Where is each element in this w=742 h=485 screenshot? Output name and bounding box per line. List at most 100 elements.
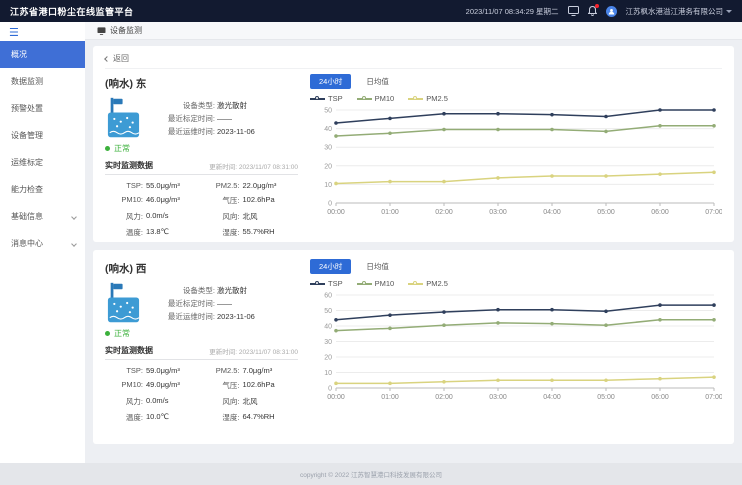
station-name: (响水) 西 [105, 261, 298, 276]
realtime-header: 实时监测数据 更新时间: 2023/11/07 08:31:00 [105, 160, 298, 175]
legend-item-PM2.5[interactable]: PM2.5 [408, 94, 448, 103]
svg-text:03:00: 03:00 [489, 394, 507, 401]
sidebar-item-0[interactable]: 概况 [0, 41, 85, 68]
breadcrumb[interactable]: 设备监测 [85, 22, 742, 40]
svg-text:01:00: 01:00 [381, 209, 399, 216]
station-section: (响水) 西 设备类型:激光散射最近标定时间:— [105, 254, 722, 423]
legend-item-PM10[interactable]: PM10 [357, 279, 395, 288]
back-button[interactable]: 返回 [105, 50, 722, 69]
back-label: 返回 [113, 53, 129, 64]
svg-text:07:00: 07:00 [705, 394, 722, 401]
monitor-icon[interactable] [568, 6, 579, 16]
sample-time: 更新时间: 2023/11/07 08:31:00 [209, 346, 298, 356]
app-body: ☰ 概况数据监测预警处置设备管理运维标定能力检查基础信息消息中心 设备监测 返回… [0, 22, 742, 463]
realtime-header: 实时监测数据 更新时间: 2023/11/07 08:31:00 [105, 345, 298, 360]
realtime-title: 实时监测数据 [105, 160, 153, 171]
app-window: 江苏省港口粉尘在线监管平台 2023/11/07 08:34:29 星期二 江苏… [0, 0, 742, 485]
bell-icon[interactable] [588, 6, 597, 16]
chevron-down-icon [71, 214, 77, 220]
hamburger-menu-icon[interactable]: ☰ [0, 22, 85, 41]
sidebar-item-3[interactable]: 设备管理 [0, 122, 85, 149]
status-badge: 正常 [105, 328, 298, 339]
svg-text:01:00: 01:00 [381, 394, 399, 401]
company-name: 江苏枫水港溢江港务有限公司 [626, 6, 724, 17]
metric: PM2.5:7.0μg/m³ [202, 366, 299, 375]
status-label: 正常 [114, 328, 130, 339]
device-info-row: 最近运维时间:2023-11-06 [151, 310, 255, 323]
metric: TSP:59.0μg/m³ [105, 366, 202, 375]
svg-text:0: 0 [328, 201, 332, 208]
legend-label: PM2.5 [426, 279, 448, 288]
legend-marker-icon [357, 95, 372, 102]
sidebar-item-2[interactable]: 预警处置 [0, 95, 85, 122]
station-chart-panel: 24小时 日均值 TSPPM10PM2.5 0102030405000:0001… [310, 69, 722, 238]
svg-text:05:00: 05:00 [597, 209, 615, 216]
tab-24h[interactable]: 24小时 [310, 259, 351, 274]
station-chart-panel: 24小时 日均值 TSPPM10PM2.5 010203040506000:00… [310, 254, 722, 423]
svg-text:20: 20 [324, 163, 332, 170]
legend-item-PM10[interactable]: PM10 [357, 94, 395, 103]
sidebar-item-7[interactable]: 消息中心 [0, 230, 85, 257]
chart-period-tabs: 24小时 日均值 [310, 259, 722, 274]
sidebar-menu: 概况数据监测预警处置设备管理运维标定能力检查基础信息消息中心 [0, 41, 85, 257]
metric: 风向:北风 [202, 211, 299, 222]
svg-text:10: 10 [324, 182, 332, 189]
chart-period-tabs: 24小时 日均值 [310, 74, 722, 89]
device-info: 设备类型:激光散射最近标定时间:——最近运维时间:2023-11-06 [151, 284, 255, 325]
svg-text:50: 50 [324, 108, 332, 115]
device-info: 设备类型:激光散射最近标定时间:——最近运维时间:2023-11-06 [151, 99, 255, 140]
svg-text:00:00: 00:00 [327, 209, 345, 216]
line-chart-east: 0102030405000:0001:0002:0003:0004:0005:0… [310, 104, 722, 218]
status-dot-icon [105, 331, 110, 336]
metrics-grid: TSP:55.0μg/m³PM2.5:22.0μg/m³PM10:46.0μg/… [105, 175, 298, 238]
sidebar-item-6[interactable]: 基础信息 [0, 203, 85, 230]
svg-text:50: 50 [324, 308, 332, 315]
sidebar-item-5[interactable]: 能力检查 [0, 176, 85, 203]
metric: 温度:13.8℃ [105, 227, 202, 238]
svg-text:30: 30 [324, 339, 332, 346]
sidebar-item-1[interactable]: 数据监测 [0, 68, 85, 95]
tab-daily-avg[interactable]: 日均值 [357, 74, 398, 89]
svg-text:02:00: 02:00 [435, 394, 453, 401]
notification-badge [595, 4, 599, 8]
metric: 温度:10.0℃ [105, 412, 202, 423]
svg-text:40: 40 [324, 324, 332, 331]
legend-item-TSP[interactable]: TSP [310, 94, 343, 103]
sidebar-item-4[interactable]: 运维标定 [0, 149, 85, 176]
breadcrumb-label: 设备监测 [110, 25, 142, 36]
station-info-panel: (响水) 东 设备类型:激光散射最近标定时间:— [105, 69, 310, 238]
svg-text:0: 0 [328, 386, 332, 393]
svg-text:20: 20 [324, 355, 332, 362]
svg-text:10: 10 [324, 370, 332, 377]
legend-item-PM2.5[interactable]: PM2.5 [408, 279, 448, 288]
legend-label: PM2.5 [426, 94, 448, 103]
legend-label: PM10 [375, 94, 395, 103]
legend-marker-icon [357, 280, 372, 287]
station-info-panel: (响水) 西 设备类型:激光散射最近标定时间:— [105, 254, 310, 423]
metric: 湿度:55.7%RH [202, 227, 299, 238]
metric: 气压:102.6hPa [202, 195, 299, 206]
sidebar: ☰ 概况数据监测预警处置设备管理运维标定能力检查基础信息消息中心 [0, 22, 85, 463]
metric: 湿度:64.7%RH [202, 412, 299, 423]
company-dropdown[interactable]: 江苏枫水港溢江港务有限公司 [626, 6, 733, 17]
legend-marker-icon [408, 280, 423, 287]
device-info-row: 设备类型:激光散射 [151, 284, 255, 297]
copyright-text: copyright © 2022 江苏智慧港口科技发展有限公司 [300, 469, 442, 479]
device-summary: 设备类型:激光散射最近标定时间:——最近运维时间:2023-11-06 [105, 96, 298, 140]
avatar-icon[interactable] [606, 6, 617, 17]
svg-text:06:00: 06:00 [651, 394, 669, 401]
tab-24h[interactable]: 24小时 [310, 74, 351, 89]
legend-marker-icon [408, 95, 423, 102]
svg-text:07:00: 07:00 [705, 209, 722, 216]
top-header: 江苏省港口粉尘在线监管平台 2023/11/07 08:34:29 星期二 江苏… [0, 0, 742, 22]
device-info-row: 最近标定时间:—— [151, 112, 255, 125]
legend-item-TSP[interactable]: TSP [310, 279, 343, 288]
metric: PM10:49.0μg/m³ [105, 380, 202, 391]
page-footer: copyright © 2022 江苏智慧港口科技发展有限公司 [0, 463, 742, 485]
legend-label: PM10 [375, 279, 395, 288]
dust-monitor-device-icon [105, 281, 142, 325]
chevron-down-icon [726, 10, 732, 13]
metric: TSP:55.0μg/m³ [105, 181, 202, 190]
tab-daily-avg[interactable]: 日均值 [357, 259, 398, 274]
header-datetime: 2023/11/07 08:34:29 星期二 [466, 6, 559, 17]
